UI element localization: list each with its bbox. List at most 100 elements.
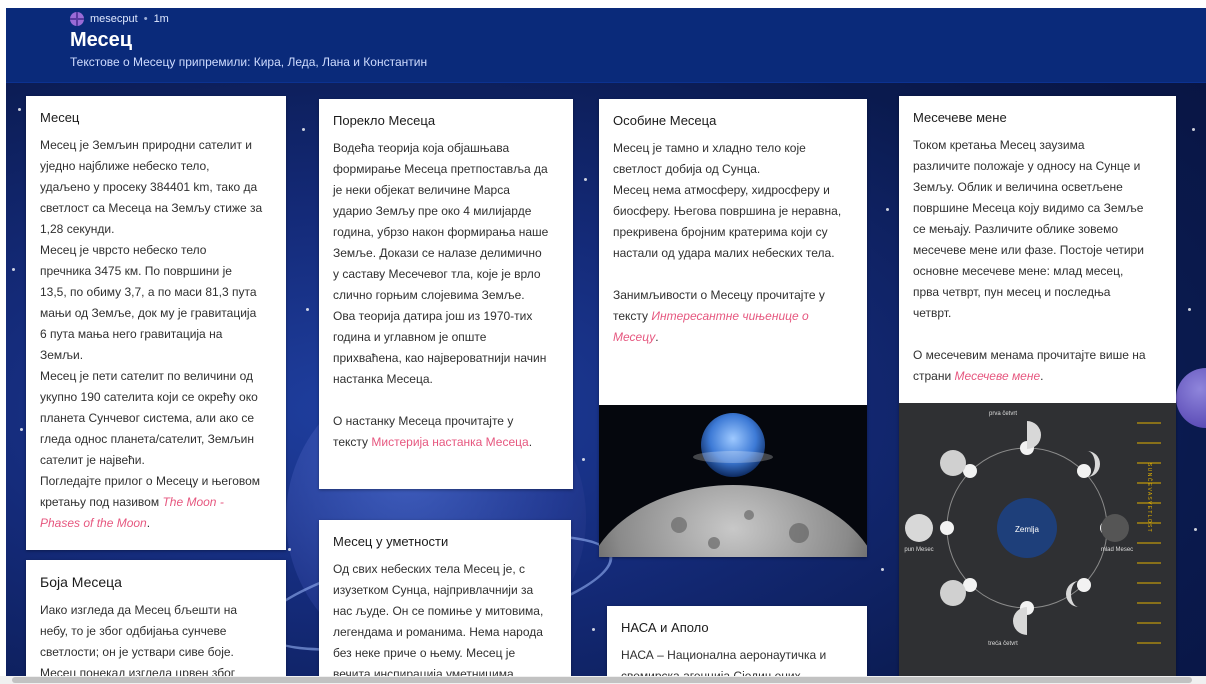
text-fragment: страни [913, 369, 952, 383]
text-line: Погледајте прилог о Месецу и његовом [40, 474, 261, 488]
text-line: прекривена бројним кратерима који су [613, 225, 828, 239]
star [302, 128, 305, 131]
text-line: светлост добија од Сунца. [613, 162, 761, 176]
author-name[interactable]: mesecput [90, 13, 138, 25]
board-header: mesecput • 1m Месец Текстове о Месецу пр… [6, 8, 1206, 83]
new-moon-label: mlad Mesec [1101, 547, 1133, 553]
star [886, 208, 889, 211]
star [582, 458, 585, 461]
card-title: Порекло Месеца [333, 113, 436, 128]
text-line: уједно најближе небеско тело, [40, 159, 210, 173]
card-title: Месечеве мене [913, 110, 1007, 125]
text-line: Земље. Докази се налазе делимично [333, 246, 542, 260]
star [1192, 128, 1195, 131]
card-body: Водећа теорија која објашњава формирање … [319, 138, 573, 453]
text-fragment: тексту [333, 435, 369, 449]
post-card-mesec[interactable]: Месец Месец је Земљин природни сателит и… [26, 96, 286, 550]
text-line: 6 пута мања него гравитација на [40, 327, 223, 341]
article-link[interactable]: Мистерија настанка Месеца [371, 435, 528, 449]
text-line: формирање Месеца претпоставља да [333, 162, 548, 176]
text-line: О месечевим менама прочитајте више на [913, 348, 1146, 362]
article-link[interactable]: Месечеве мене [955, 369, 1041, 383]
post-card-mene[interactable]: Месечеве мене Током кретања Месец заузим… [899, 96, 1176, 678]
text-line: мањи од Земље, док му је гравитација [40, 306, 257, 320]
text-line: Месецу. [613, 327, 853, 348]
text-line: Месец је чврсто небеско тело [40, 243, 207, 257]
card-title: Месец у уметности [333, 534, 449, 549]
text-line: настанка Месеца. [333, 372, 433, 386]
text-line: небу, то је због одбијања сунчеве [40, 624, 227, 638]
text-line: прва четврт, пун месец и последња [913, 285, 1111, 299]
text-line: гледа однос планета/сателит, Земљин [40, 432, 254, 446]
text-fragment: . [655, 330, 659, 344]
sunlight-label: S U N Č E V A S V E T L O S T [1146, 463, 1153, 532]
moon-earth-image[interactable] [599, 405, 867, 557]
article-link-continued[interactable]: Месецу [613, 330, 655, 344]
text-line: је неки објекат величине Марса [333, 183, 510, 197]
text-line: Месец је Земљин природни сателит и [40, 138, 252, 152]
post-card-poreklo[interactable]: Порекло Месеца Водећа теорија која објаш… [319, 99, 573, 489]
text-line: Земљи. [40, 348, 84, 362]
text-line: удаљено у просеку 384401 km, тако да [40, 180, 258, 194]
star [1188, 308, 1191, 311]
video-link-continued[interactable]: Phases of the Moon [40, 516, 147, 530]
card-body: Од свих небеских тела Месец је, с изузет… [319, 559, 571, 678]
star [12, 268, 15, 271]
text-line: Током кретања Месец заузима [913, 138, 1085, 152]
star [592, 628, 595, 631]
text-line: легендама и романима. Нема народа [333, 625, 543, 639]
text-line: година и углавном је опште [333, 330, 487, 344]
post-card-boja[interactable]: Боја Месеца Иако изгледа да Месец бљешти… [26, 560, 286, 678]
post-card-osobine[interactable]: Особине Месеца Месец је тамно и хладно т… [599, 99, 867, 557]
text-line: тексту Мистерија настанка Месеца. [333, 432, 559, 453]
text-line: изузетком Сунца, најпривлачнији за [333, 583, 534, 597]
text-line: без неке приче о њему. Месец је [333, 646, 516, 660]
text-line: слично горњим слојевима Земље. [333, 288, 525, 302]
text-fragment: . [146, 516, 151, 530]
star [20, 428, 23, 431]
earth-label: Zemlja [1015, 525, 1040, 534]
video-link[interactable]: The Moon - [162, 495, 223, 509]
board-title: Месец [70, 29, 133, 51]
text-line: у саставу Месечевог тла, које је врло [333, 267, 541, 281]
card-title: Боја Месеца [40, 574, 122, 590]
globe-icon [70, 12, 84, 26]
post-card-nasa[interactable]: НАСА и Аполо НАСА – Национална аеронаути… [607, 606, 867, 678]
text-line: О настанку Месеца прочитајте у [333, 414, 514, 428]
text-line: се мењају. Различите облике зовемо [913, 222, 1119, 236]
moon-phases-diagram[interactable]: Zemlja prva četvrt pun Mesec mlad Mesec … [899, 403, 1176, 678]
text-line: тексту Интересантне чињенице о [613, 306, 853, 327]
star [1194, 528, 1197, 531]
text-line: месечеве мене или фазе. Постоје четири [913, 243, 1144, 257]
horizontal-scrollbar[interactable] [0, 676, 1206, 684]
text-line: Од свих небеских тела Месец је, с [333, 562, 526, 576]
third-quarter-label: treća četvrt [988, 641, 1018, 647]
text-fragment: . [528, 435, 533, 449]
moon-earth-picture [599, 405, 867, 557]
text-line: светлости; он је уствари сиве боје. [40, 645, 234, 659]
text-line: различите положаје у односу на Сунце и [913, 159, 1141, 173]
text-line: Иако изгледа да Месец бљешти на [40, 603, 238, 617]
scrollbar-thumb[interactable] [12, 677, 1192, 683]
planet-decoration-2 [1176, 368, 1206, 428]
board-subtitle: Текстове о Месецу припремили: Кира, Леда… [70, 55, 428, 69]
article-link[interactable]: Интересантне чињенице о [651, 309, 808, 323]
text-line: Phases of the Moon. [40, 513, 272, 534]
text-line: биосферу. Његова површина је неравна, [613, 204, 842, 218]
text-line: основне месечеве мене: млад месец, [913, 264, 1124, 278]
text-line: површине Месеца коју видимо са Земље [913, 201, 1144, 215]
text-line: Ова теорија датира још из 1970-тих [333, 309, 533, 323]
post-card-umetnost[interactable]: Месец у уметности Од свих небеских тела … [319, 520, 571, 678]
text-line: планета Сунчевог система, али ако се [40, 411, 255, 425]
card-body: Месец је тамно и хладно тело које светло… [599, 138, 867, 348]
text-line: Водећа теорија која објашњава [333, 141, 510, 155]
card-body: Иако изгледа да Месец бљешти на небу, то… [26, 600, 286, 678]
star [584, 178, 587, 181]
card-body: Током кретања Месец заузима различите по… [899, 135, 1176, 387]
text-line: Месец је пети сателит по величини од [40, 369, 254, 383]
text-line: сателит је највећи. [40, 453, 145, 467]
text-line: ударио Земљу пре око 4 милијарде [333, 204, 532, 218]
text-line: настали од удара малих небеских тела. [613, 246, 835, 260]
text-line: Месец нема атмосферу, хидросферу и [613, 183, 830, 197]
card-body: НАСА – Национална аеронаутичка и свемирс… [607, 645, 867, 678]
